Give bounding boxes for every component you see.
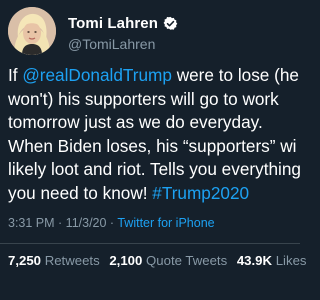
- tweet-text-segment: If: [8, 65, 23, 85]
- divider: [0, 243, 300, 244]
- tweet-text-segment: likely loot and riot. Tells you everythi…: [8, 159, 301, 180]
- tweet-text-segment: When Biden loses, his “supporters” wi: [8, 135, 297, 156]
- tweet-stats: 7,250 Retweets 2,100 Quote Tweets 43.9K …: [8, 253, 307, 268]
- meta-separator: ·: [106, 216, 118, 230]
- tweet-text: If @realDonaldTrump were to lose (he won…: [8, 64, 320, 206]
- tweet-text-segment: you need to know!: [8, 182, 153, 203]
- tweet-header: Tomi Lahren @TomiLahren: [8, 7, 298, 55]
- name-row: Tomi Lahren: [68, 15, 178, 32]
- tweet-date[interactable]: 11/3/20: [66, 216, 107, 230]
- tweet-line: you need to know! #Trump2020: [8, 182, 320, 206]
- likes-stat[interactable]: 43.9K Likes: [237, 253, 307, 268]
- mention-link[interactable]: @realDonaldTrump: [22, 65, 172, 85]
- retweets-stat[interactable]: 7,250 Retweets: [8, 253, 100, 268]
- quotes-stat[interactable]: 2,100 Quote Tweets: [109, 253, 227, 268]
- tweet-text-segment: won't) his supporters will go to work: [8, 88, 279, 109]
- avatar-photo-icon: [8, 7, 56, 55]
- tweet-line: won't) his supporters will go to work: [8, 88, 320, 112]
- tweet-line: If @realDonaldTrump were to lose (he: [8, 64, 320, 88]
- tweet-time[interactable]: 3:31 PM: [8, 216, 55, 230]
- tweet-text-segment: were to lose (he: [171, 65, 299, 85]
- tweet-line: When Biden loses, his “supporters” wi: [8, 135, 320, 159]
- source-link[interactable]: Twitter for iPhone: [117, 216, 214, 230]
- display-name[interactable]: Tomi Lahren: [68, 15, 158, 32]
- retweets-count: 7,250: [8, 253, 42, 268]
- user-handle[interactable]: @TomiLahren: [68, 36, 155, 52]
- avatar[interactable]: [8, 7, 56, 55]
- likes-label: Likes: [275, 253, 307, 268]
- tweet-meta: 3:31 PM · 11/3/20 · Twitter for iPhone: [8, 216, 215, 230]
- tweet-line: tomorrow just as we do everyday.: [8, 111, 320, 135]
- meta-separator: ·: [54, 216, 66, 230]
- likes-count: 43.9K: [236, 253, 273, 268]
- hashtag-link[interactable]: #Trump2020: [152, 183, 249, 203]
- tweet-line: likely loot and riot. Tells you everythi…: [8, 158, 320, 182]
- retweets-label: Retweets: [44, 253, 100, 268]
- verified-badge-icon: [163, 16, 178, 30]
- quotes-label: Quote Tweets: [146, 253, 228, 268]
- quotes-count: 2,100: [109, 253, 143, 268]
- tweet-text-segment: tomorrow just as we do everyday.: [8, 112, 263, 133]
